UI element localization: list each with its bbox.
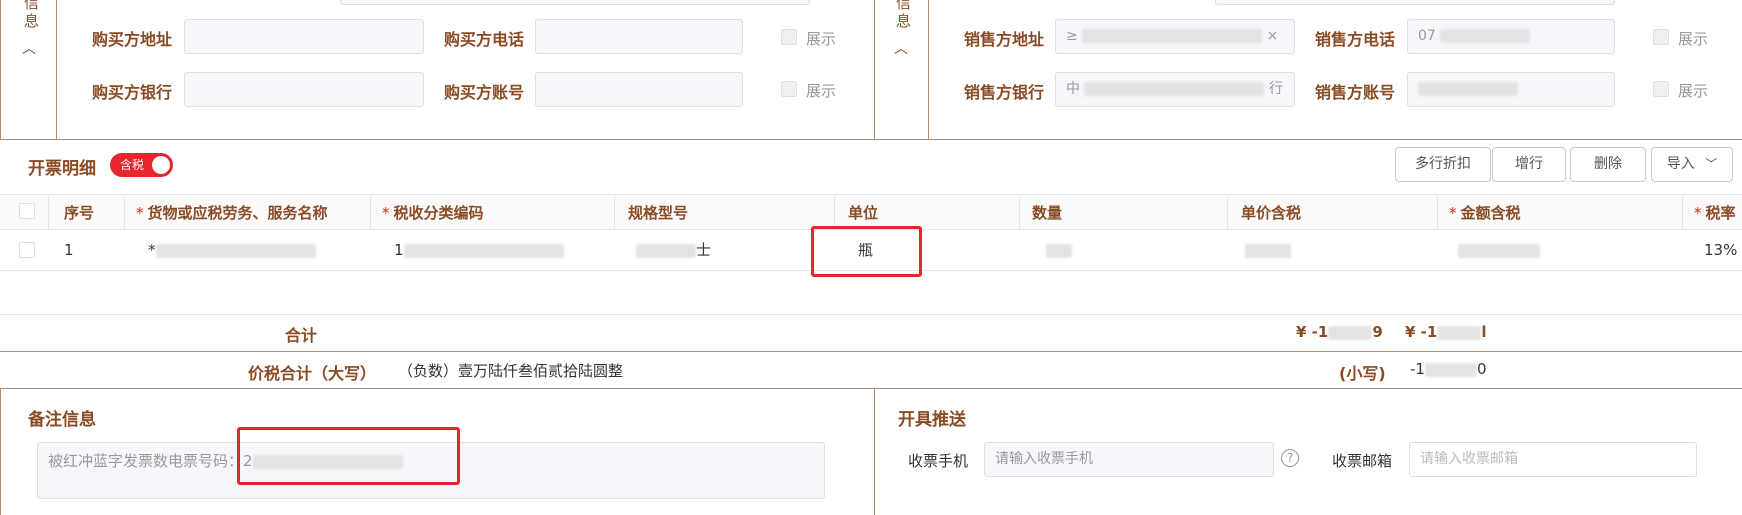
receiver-phone-input[interactable]: 请输入收票手机 [984,442,1274,477]
small-value: -1 0 [1410,360,1487,378]
total-words: （负数）壹万陆仟叁佰贰拾陆圆整 [398,362,624,380]
sum-tax: ¥ -1 l [1405,323,1487,341]
receiver-email-placeholder: 请输入收票邮箱 [1420,451,1518,467]
buyer-account-show-checkbox[interactable] [781,81,797,97]
col-qty: 数量 [1032,204,1063,222]
remarks-text-prefix: 被红冲蓝字发票数电票号码：2 [48,452,253,470]
seller-phone-input[interactable]: 07 [1407,19,1615,54]
seller-account-show-label: 展示 [1678,82,1709,100]
buyer-bank-input[interactable] [184,72,424,107]
receiver-email-label: 收票邮箱 [1332,452,1393,470]
chevron-down-icon: ﹀ [1705,157,1718,171]
buyer-address-input[interactable] [184,19,424,54]
details-title: 开票明细 [28,159,96,179]
chevron-up-icon[interactable]: ︿ [22,38,36,58]
buyer-phone-show-checkbox[interactable] [781,29,797,45]
import-button[interactable]: 导入 ﹀ [1651,147,1733,182]
sum-amount: ¥ -1 9 [1296,323,1383,341]
clear-icon[interactable]: × [1267,28,1279,44]
buyer-phone-label: 购买方电话 [444,30,525,49]
row-seq: 1 [64,241,74,259]
seller-bank-value-suffix: 行 [1268,81,1283,97]
receiver-phone-label: 收票手机 [908,452,969,470]
seller-address-value-prefix: ≥ [1066,28,1078,44]
col-tax-code: * 税收分类编码 [382,204,484,222]
seller-side-label-bottom: 息 [896,12,912,30]
row-spec[interactable]: 士 [636,232,711,268]
buyer-side-label-bottom: 息 [24,12,40,30]
receiver-email-input[interactable]: 请输入收票邮箱 [1409,442,1697,477]
multi-row-discount-button[interactable]: 多行折扣 [1395,147,1491,182]
seller-address-label: 销售方地址 [964,30,1045,49]
seller-phone-label: 销售方电话 [1315,30,1396,49]
sum-label: 合计 [285,326,318,345]
buyer-address-label: 购买方地址 [92,30,173,49]
chevron-up-icon[interactable]: ︿ [894,38,908,58]
col-unit: 单位 [848,204,879,222]
buyer-phone-show-label: 展示 [806,30,837,48]
tax-included-toggle[interactable]: 含税 [110,153,173,177]
buyer-phone-input[interactable] [535,19,743,54]
row-name[interactable]: * [148,232,316,268]
seller-phone-value-prefix: 07 [1418,28,1436,44]
buyer-account-show-label: 展示 [806,82,837,100]
col-tax-rate: * 税率 [1694,204,1736,222]
unit-highlight-box [811,226,922,277]
add-row-button[interactable]: 增行 [1492,147,1566,182]
tax-toggle-label: 含税 [120,158,145,172]
col-seq: 序号 [64,204,95,222]
row-qty[interactable] [1046,232,1072,268]
seller-top-input[interactable] [1215,0,1615,5]
seller-account-input[interactable] [1407,72,1615,107]
buyer-account-input[interactable] [535,72,743,107]
col-name: * 货物或应税劳务、服务名称 [136,204,328,222]
seller-bank-value-prefix: 中 [1066,81,1080,97]
seller-phone-show-label: 展示 [1678,30,1709,48]
col-unit-price: 单价含税 [1241,204,1302,222]
total-label: 价税合计（大写） [248,364,377,383]
buyer-top-input[interactable] [340,0,810,5]
col-spec: 规格型号 [628,204,689,222]
row-tax-rate: 13% [1704,241,1738,259]
seller-account-show-checkbox[interactable] [1653,81,1669,97]
select-all-checkbox[interactable] [19,203,35,219]
row-amount[interactable] [1458,232,1540,268]
import-button-label: 导入 [1666,156,1695,172]
push-title: 开具推送 [898,410,966,430]
seller-bank-label: 销售方银行 [964,83,1045,102]
col-amount: * 金额含税 [1449,204,1521,222]
buyer-bank-label: 购买方银行 [92,83,173,102]
delete-button[interactable]: 删除 [1570,147,1646,182]
receiver-phone-placeholder: 请输入收票手机 [995,451,1093,467]
row-checkbox[interactable] [19,242,35,258]
seller-account-label: 销售方账号 [1315,83,1396,102]
seller-address-input[interactable]: ≥ × [1055,19,1295,54]
help-icon[interactable]: ? [1281,449,1299,467]
small-label: (小写) [1339,364,1386,383]
row-unit-price[interactable] [1245,232,1291,268]
remarks-highlight-box [237,427,460,485]
remarks-title: 备注信息 [28,410,96,430]
toggle-knob [152,156,170,174]
seller-bank-input[interactable]: 中 行 [1055,72,1295,107]
buyer-account-label: 购买方账号 [444,83,525,102]
seller-phone-show-checkbox[interactable] [1653,29,1669,45]
row-tax-code[interactable]: 1 [394,232,564,268]
